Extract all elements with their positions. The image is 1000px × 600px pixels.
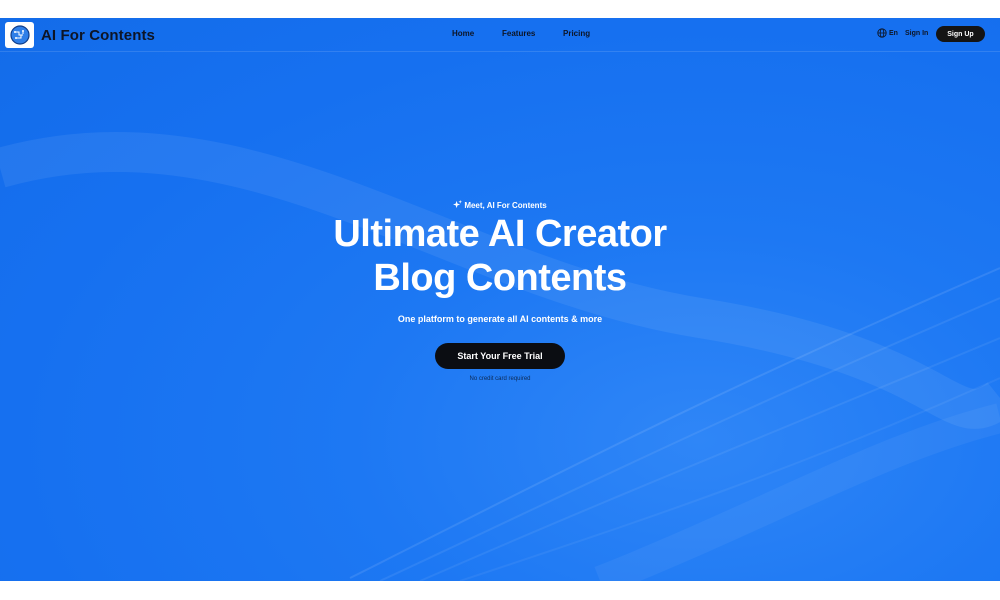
brain-chip-icon [5,22,34,48]
hero-subtitle: One platform to generate all AI contents… [397,314,603,324]
top-navbar: AI For Contents Home Features Pricing En… [0,18,1000,52]
brand-name: AI For Contents [41,26,155,44]
language-label: En [889,29,898,37]
nav-item-home[interactable]: Home [452,29,474,38]
globe-icon [877,28,887,38]
start-free-trial-button[interactable]: Start Your Free Trial [435,343,565,369]
nav-item-features[interactable]: Features [502,29,535,38]
sign-up-button[interactable]: Sign Up [936,26,985,42]
language-selector[interactable]: En [877,28,898,38]
sparkle-icon [453,200,463,209]
hero-title-line-2: Blog Contents [373,257,627,299]
hero-section: AI For Contents Home Features Pricing En… [0,18,1000,581]
brand-logo[interactable]: AI For Contents [5,21,161,49]
tagline-text: Meet, AI For Contents [464,201,547,210]
no-credit-card-note: No credit card required [469,376,531,382]
hero-title-line-1: Ultimate AI Creator [333,213,667,255]
sign-in-link[interactable]: Sign In [905,30,928,37]
nav-item-pricing[interactable]: Pricing [563,29,590,38]
hero-tagline: Meet, AI For Contents [0,200,1000,210]
